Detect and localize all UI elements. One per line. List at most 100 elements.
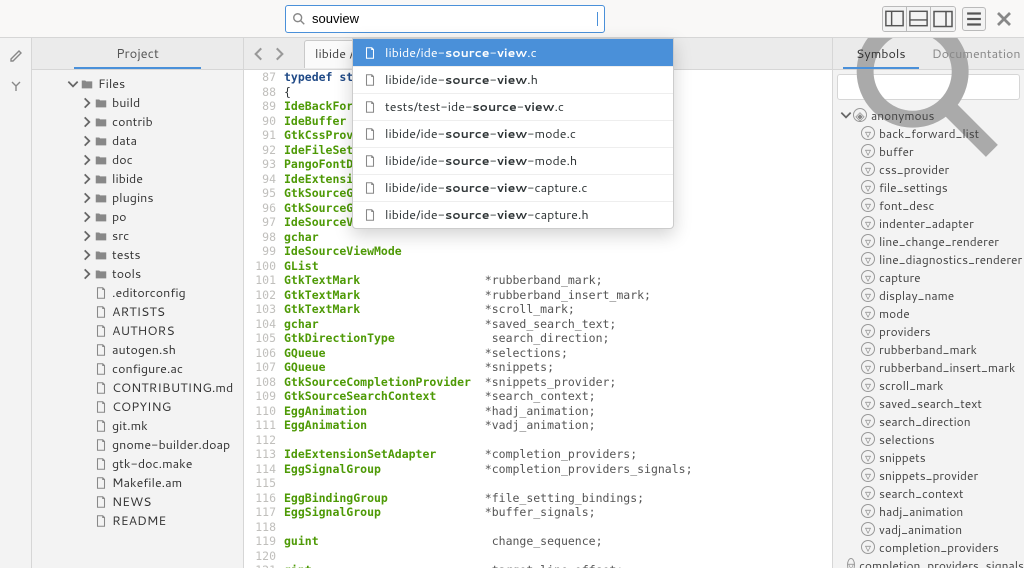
- symbol-item[interactable]: ▿completion_providers: [833, 538, 1024, 556]
- symbol-item[interactable]: ▿providers: [833, 322, 1024, 340]
- symbol-root[interactable]: ◈anonymous: [833, 106, 1024, 124]
- code-line[interactable]: 103 GtkTextMark *scroll_mark;: [244, 302, 832, 317]
- code-line[interactable]: 105 GtkDirectionType search_direction;: [244, 331, 832, 346]
- tools-icon[interactable]: [8, 78, 24, 94]
- folder-item[interactable]: src: [66, 226, 243, 245]
- symbols-sidebar: Symbols Documentation ◈anonymous▿back_fo…: [832, 38, 1024, 568]
- folder-item[interactable]: build: [66, 93, 243, 112]
- symbol-item[interactable]: ▿font_desc: [833, 196, 1024, 214]
- code-line[interactable]: 120: [244, 549, 832, 564]
- file-item[interactable]: COPYING: [66, 397, 243, 416]
- code-line[interactable]: 110 EggAnimation *hadj_animation;: [244, 404, 832, 419]
- panel-toggle-right[interactable]: [931, 7, 955, 31]
- search-result-item[interactable]: libide/ide-source-view-capture.c: [353, 174, 673, 201]
- search-icon: [292, 12, 306, 26]
- code-line[interactable]: 102 GtkTextMark *rubberband_insert_mark;: [244, 288, 832, 303]
- global-search-input[interactable]: [312, 11, 598, 26]
- symbol-item[interactable]: ▿vadj_animation: [833, 520, 1024, 538]
- symbol-item[interactable]: ▿search_direction: [833, 412, 1024, 430]
- panel-toggle-left[interactable]: [883, 7, 907, 31]
- code-line[interactable]: 115: [244, 476, 832, 491]
- symbol-item[interactable]: ▿file_settings: [833, 178, 1024, 196]
- symbol-item[interactable]: ▿back_forward_list: [833, 124, 1024, 142]
- symbol-item[interactable]: ▿css_provider: [833, 160, 1024, 178]
- code-line[interactable]: 114 EggSignalGroup *completion_providers…: [244, 462, 832, 477]
- file-item[interactable]: ARTISTS: [66, 302, 243, 321]
- code-line[interactable]: 116 EggBindingGroup *file_setting_bindin…: [244, 491, 832, 506]
- symbol-item[interactable]: ▿selections: [833, 430, 1024, 448]
- code-line[interactable]: 109 GtkSourceSearchContext *search_conte…: [244, 389, 832, 404]
- symbol-item[interactable]: ▿capture: [833, 268, 1024, 286]
- symbol-item[interactable]: ▿scroll_mark: [833, 376, 1024, 394]
- search-result-item[interactable]: libide/ide-source-view-mode.h: [353, 147, 673, 174]
- folder-item[interactable]: libide: [66, 169, 243, 188]
- search-result-item[interactable]: tests/test-ide-source-view.c: [353, 93, 673, 120]
- search-result-item[interactable]: libide/ide-source-view-capture.h: [353, 201, 673, 228]
- global-search[interactable]: [285, 5, 605, 33]
- symbol-item[interactable]: ▿buffer: [833, 142, 1024, 160]
- file-item[interactable]: gnome-builder.doap: [66, 435, 243, 454]
- code-line[interactable]: 118: [244, 520, 832, 535]
- file-item[interactable]: .editorconfig: [66, 283, 243, 302]
- search-result-item[interactable]: libide/ide-source-view-mode.c: [353, 120, 673, 147]
- symbol-item[interactable]: ▿hadj_animation: [833, 502, 1024, 520]
- folder-item[interactable]: tools: [66, 264, 243, 283]
- search-results-popover: libide/ide-source-view.clibide/ide-sourc…: [352, 38, 674, 229]
- file-item[interactable]: CONTRIBUTING.md: [66, 378, 243, 397]
- folder-item[interactable]: po: [66, 207, 243, 226]
- folder-item[interactable]: tests: [66, 245, 243, 264]
- file-item[interactable]: NEWS: [66, 492, 243, 511]
- symbol-item[interactable]: ▿snippets_provider: [833, 466, 1024, 484]
- code-line[interactable]: 111 EggAnimation *vadj_animation;: [244, 418, 832, 433]
- symbol-item[interactable]: ▿line_change_renderer: [833, 232, 1024, 250]
- symbol-item[interactable]: ▿saved_search_text: [833, 394, 1024, 412]
- file-item[interactable]: git.mk: [66, 416, 243, 435]
- hamburger-menu-button[interactable]: [962, 7, 986, 31]
- code-line[interactable]: 106 GQueue *selections;: [244, 346, 832, 361]
- file-item[interactable]: autogen.sh: [66, 340, 243, 359]
- symbols-tab[interactable]: Symbols: [833, 39, 929, 69]
- code-line[interactable]: 112: [244, 433, 832, 448]
- symbol-item[interactable]: ▿indenter_adapter: [833, 214, 1024, 232]
- symbols-search[interactable]: [837, 74, 1020, 100]
- code-line[interactable]: 117 EggSignalGroup *buffer_signals;: [244, 505, 832, 520]
- code-line[interactable]: 98 gchar: [244, 230, 832, 245]
- window-close-button[interactable]: [992, 7, 1016, 31]
- symbol-item[interactable]: ▿search_context: [833, 484, 1024, 502]
- file-item[interactable]: Files: [66, 74, 243, 93]
- folder-item[interactable]: contrib: [66, 112, 243, 131]
- code-line[interactable]: 121 gint target_line_offset;: [244, 563, 832, 568]
- file-item[interactable]: gtk-doc.make: [66, 454, 243, 473]
- nav-forward-button[interactable]: [270, 43, 288, 65]
- file-item[interactable]: Makefile.am: [66, 473, 243, 492]
- folder-item[interactable]: plugins: [66, 188, 243, 207]
- symbol-item[interactable]: ▿mode: [833, 304, 1024, 322]
- file-item[interactable]: README: [66, 511, 243, 530]
- project-tab[interactable]: Project: [116, 45, 159, 63]
- file-item[interactable]: AUTHORS: [66, 321, 243, 340]
- search-result-item[interactable]: libide/ide-source-view.h: [353, 66, 673, 93]
- code-line[interactable]: 119 guint change_sequence;: [244, 534, 832, 549]
- symbol-item[interactable]: ▿rubberband_insert_mark: [833, 358, 1024, 376]
- code-line[interactable]: 99 IdeSourceViewMode: [244, 244, 832, 259]
- code-line[interactable]: 104 gchar *saved_search_text;: [244, 317, 832, 332]
- folder-item[interactable]: data: [66, 131, 243, 150]
- code-line[interactable]: 108 GtkSourceCompletionProvider *snippet…: [244, 375, 832, 390]
- file-item[interactable]: configure.ac: [66, 359, 243, 378]
- folder-item[interactable]: doc: [66, 150, 243, 169]
- edit-icon[interactable]: [8, 48, 24, 64]
- symbol-item[interactable]: ▿snippets: [833, 448, 1024, 466]
- panel-toggle-bottom[interactable]: [907, 7, 931, 31]
- code-line[interactable]: 101 GtkTextMark *rubberband_mark;: [244, 273, 832, 288]
- panel-toggle-group: [882, 6, 956, 32]
- symbol-item[interactable]: ▿rubberband_mark: [833, 340, 1024, 358]
- code-line[interactable]: 107 GQueue *snippets;: [244, 360, 832, 375]
- symbol-item[interactable]: ▿line_diagnostics_renderer: [833, 250, 1024, 268]
- nav-back-button[interactable]: [250, 43, 268, 65]
- search-result-item[interactable]: libide/ide-source-view.c: [353, 39, 673, 66]
- symbol-item[interactable]: ▿completion_providers_signals: [833, 556, 1024, 568]
- documentation-tab[interactable]: Documentation: [929, 39, 1024, 69]
- code-line[interactable]: 113 IdeExtensionSetAdapter *completion_p…: [244, 447, 832, 462]
- symbol-item[interactable]: ▿display_name: [833, 286, 1024, 304]
- code-line[interactable]: 100 GList: [244, 259, 832, 274]
